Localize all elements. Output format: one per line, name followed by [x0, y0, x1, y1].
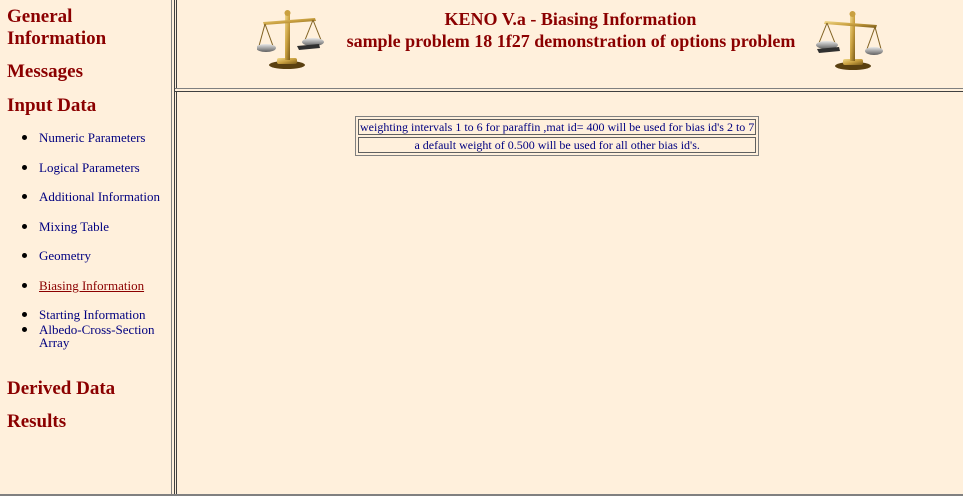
- table-row: a default weight of 0.500 will be used f…: [358, 137, 757, 153]
- bullet-icon: [22, 135, 27, 140]
- nav-item-geometry[interactable]: Geometry: [22, 249, 91, 262]
- bullet-icon: [22, 165, 27, 170]
- nav-messages[interactable]: Messages: [7, 61, 83, 83]
- balance-scale-icon: [816, 11, 883, 70]
- header-frame: KENO V.a - Biasing Information sample pr…: [176, 0, 963, 88]
- nav-item-starting-information[interactable]: Starting Information: [22, 308, 146, 321]
- nav-results[interactable]: Results: [7, 411, 66, 433]
- bullet-icon: [22, 327, 27, 332]
- nav-derived-data[interactable]: Derived Data: [7, 378, 115, 400]
- table-cell: weighting intervals 1 to 6 for paraffin …: [358, 119, 757, 135]
- bullet-icon: [22, 194, 27, 199]
- biasing-table: weighting intervals 1 to 6 for paraffin …: [355, 116, 760, 156]
- nav-item-biasing-information[interactable]: Biasing Information: [22, 279, 144, 292]
- table-cell: a default weight of 0.500 will be used f…: [358, 137, 757, 153]
- main-frame: weighting intervals 1 to 6 for paraffin …: [176, 92, 963, 494]
- nav-item-albedo-cross-section-array[interactable]: Albedo-Cross-Section Array: [22, 323, 168, 349]
- bullet-icon: [22, 283, 27, 288]
- frameset: General Information Messages Input Data …: [0, 0, 963, 496]
- nav-frame: General Information Messages Input Data …: [0, 0, 171, 494]
- nav-item-numeric-parameters[interactable]: Numeric Parameters: [22, 131, 145, 144]
- bullet-icon: [22, 253, 27, 258]
- bullet-icon: [22, 312, 27, 317]
- table-row: weighting intervals 1 to 6 for paraffin …: [358, 119, 757, 135]
- nav-input-data[interactable]: Input Data: [7, 95, 96, 117]
- frame-divider-vertical[interactable]: [171, 0, 175, 496]
- nav-general-information[interactable]: General Information: [7, 6, 167, 50]
- nav-item-logical-parameters[interactable]: Logical Parameters: [22, 161, 140, 174]
- nav-item-mixing-table[interactable]: Mixing Table: [22, 220, 109, 233]
- page-subtitle: sample problem 18 1f27 demonstration of …: [346, 31, 796, 51]
- bullet-icon: [22, 224, 27, 229]
- nav-item-additional-information[interactable]: Additional Information: [22, 190, 160, 203]
